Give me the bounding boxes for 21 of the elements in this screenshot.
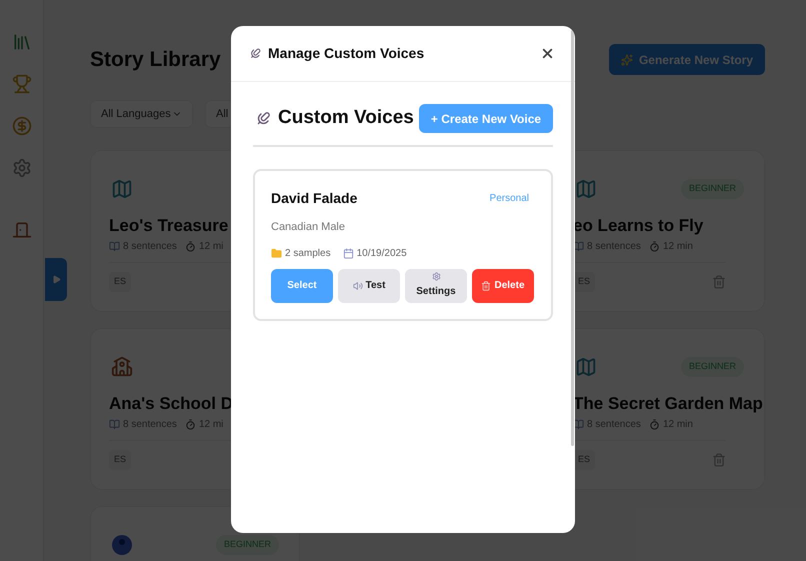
story-title: Leo's Treasure: [109, 215, 228, 237]
settings-button[interactable]: Settings: [405, 268, 467, 302]
voice-description: Canadian Male: [271, 220, 346, 235]
sample-count: 2 samples: [285, 246, 331, 260]
folder-icon: [271, 248, 282, 258]
modal-title: Manage Custom Voices: [268, 44, 424, 63]
scrollbar[interactable]: [571, 30, 574, 446]
page-title: Story Library: [90, 46, 221, 73]
select-button[interactable]: Select: [271, 268, 333, 302]
voice-date: 10/19/2025: [356, 246, 407, 260]
calendar-icon: [342, 248, 354, 258]
voice-name: David Falade: [271, 189, 358, 208]
create-voice-button[interactable]: + Create New Voice: [419, 104, 553, 133]
settings-icon: [432, 272, 440, 281]
speaker-icon: [352, 280, 363, 290]
delete-button[interactable]: Delete: [472, 268, 534, 302]
trash-icon: [481, 280, 492, 290]
test-button[interactable]: Test: [338, 268, 400, 302]
section-heading: Custom Voices: [278, 106, 414, 130]
voice-tag: Personal: [490, 191, 535, 206]
story-title: The Secret Garden Map: [573, 393, 763, 415]
